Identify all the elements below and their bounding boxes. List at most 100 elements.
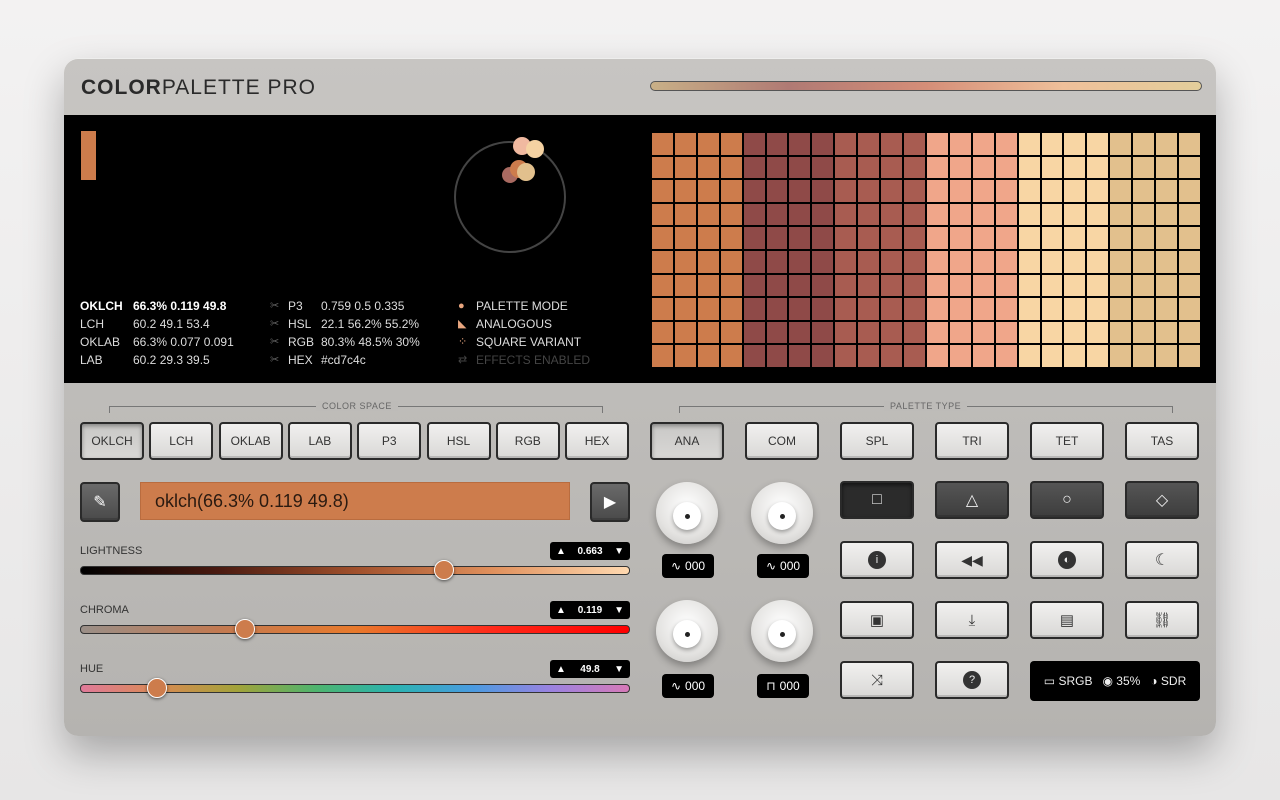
- palette-cell[interactable]: [742, 320, 766, 345]
- palette-cell[interactable]: [1086, 202, 1110, 227]
- palette-cell[interactable]: [971, 226, 995, 250]
- palette-cell[interactable]: [1178, 344, 1201, 368]
- palette-cell[interactable]: [673, 155, 697, 180]
- palette-cell[interactable]: [765, 155, 789, 180]
- palette-cell[interactable]: [1040, 297, 1064, 321]
- palette-cell[interactable]: [948, 250, 972, 274]
- palette-cell[interactable]: [719, 226, 743, 250]
- eyedropper-button[interactable]: ✎: [80, 482, 120, 522]
- palette-cell[interactable]: [811, 273, 835, 298]
- shuffle-button[interactable]: ⤨: [840, 661, 914, 699]
- palette-cell[interactable]: [811, 132, 835, 156]
- palette-cell[interactable]: [1109, 132, 1133, 156]
- palette-cell[interactable]: [880, 202, 904, 227]
- palette-cell[interactable]: [811, 226, 835, 250]
- palette-cell[interactable]: [948, 320, 972, 345]
- palette-cell[interactable]: [765, 297, 789, 321]
- palette-cell[interactable]: [651, 155, 674, 180]
- palette-cell[interactable]: [1155, 132, 1179, 156]
- palette-cell[interactable]: [765, 320, 789, 345]
- lightness-value-box[interactable]: ▲ 0.663 ▼: [550, 542, 630, 560]
- palette-type-ana-button[interactable]: ANA: [650, 422, 724, 460]
- link-button[interactable]: ⛓: [1125, 601, 1199, 639]
- palette-cell[interactable]: [903, 226, 926, 250]
- palette-cell[interactable]: [788, 202, 812, 227]
- palette-cell[interactable]: [1040, 273, 1064, 298]
- palette-cell[interactable]: [1109, 250, 1133, 274]
- palette-cell[interactable]: [880, 273, 904, 298]
- play-button[interactable]: ▶: [590, 482, 630, 522]
- hue-value-box[interactable]: ▲ 49.8 ▼: [550, 660, 630, 678]
- palette-cell[interactable]: [834, 155, 858, 180]
- palette-cell[interactable]: [788, 179, 812, 203]
- palette-cell[interactable]: [994, 273, 1018, 298]
- palette-cell[interactable]: [948, 344, 972, 368]
- palette-type-tri-button[interactable]: TRI: [935, 422, 1009, 460]
- palette-cell[interactable]: [1040, 250, 1064, 274]
- palette-cell[interactable]: [696, 273, 720, 298]
- palette-cell[interactable]: [1155, 155, 1179, 180]
- palette-cell[interactable]: [880, 297, 904, 321]
- palette-cell[interactable]: [1017, 179, 1041, 203]
- chroma-slider[interactable]: [80, 625, 630, 634]
- palette-cell[interactable]: [857, 132, 881, 156]
- palette-cell[interactable]: [834, 273, 858, 298]
- palette-cell[interactable]: [696, 250, 720, 274]
- palette-cell[interactable]: [719, 155, 743, 180]
- palette-cell[interactable]: [1155, 202, 1179, 227]
- palette-cell[interactable]: [651, 250, 674, 274]
- palette-cell[interactable]: [1086, 155, 1110, 180]
- palette-cell[interactable]: [834, 250, 858, 274]
- palette-cell[interactable]: [1132, 320, 1156, 345]
- palette-cell[interactable]: [811, 344, 835, 368]
- palette-cell[interactable]: [857, 202, 881, 227]
- palette-cell[interactable]: [651, 226, 674, 250]
- palette-cell[interactable]: [673, 297, 697, 321]
- palette-cell[interactable]: [994, 179, 1018, 203]
- palette-cell[interactable]: [765, 344, 789, 368]
- color-wheel[interactable]: [454, 141, 566, 253]
- palette-cell[interactable]: [948, 179, 972, 203]
- palette-cell[interactable]: [742, 344, 766, 368]
- palette-cell[interactable]: [765, 273, 789, 298]
- clipboard-button[interactable]: ▤: [1030, 601, 1104, 639]
- palette-cell[interactable]: [948, 132, 972, 156]
- palette-cell[interactable]: [1155, 179, 1179, 203]
- palette-cell[interactable]: [1178, 273, 1201, 298]
- palette-cell[interactable]: [811, 179, 835, 203]
- palette-cell[interactable]: [1155, 273, 1179, 298]
- palette-cell[interactable]: [696, 202, 720, 227]
- palette-cell[interactable]: [925, 250, 949, 274]
- palette-cell[interactable]: [1109, 179, 1133, 203]
- palette-cell[interactable]: [1109, 320, 1133, 345]
- palette-cell[interactable]: [880, 344, 904, 368]
- palette-cell[interactable]: [1109, 344, 1133, 368]
- palette-cell[interactable]: [788, 155, 812, 180]
- palette-cell[interactable]: [994, 202, 1018, 227]
- palette-cell[interactable]: [971, 273, 995, 298]
- palette-cell[interactable]: [834, 202, 858, 227]
- palette-cell[interactable]: [1063, 297, 1087, 321]
- palette-cell[interactable]: [1132, 226, 1156, 250]
- palette-type-spl-button[interactable]: SPL: [840, 422, 914, 460]
- palette-cell[interactable]: [1040, 344, 1064, 368]
- palette-cell[interactable]: [880, 155, 904, 180]
- palette-cell[interactable]: [719, 250, 743, 274]
- rewind-button[interactable]: ◀◀: [935, 541, 1009, 579]
- palette-cell[interactable]: [696, 179, 720, 203]
- palette-cell[interactable]: [1063, 344, 1087, 368]
- palette-cell[interactable]: [948, 226, 972, 250]
- palette-cell[interactable]: [719, 344, 743, 368]
- palette-cell[interactable]: [1017, 344, 1041, 368]
- palette-cell[interactable]: [1109, 226, 1133, 250]
- night-mode-button[interactable]: ☾: [1125, 541, 1199, 579]
- palette-cell[interactable]: [719, 202, 743, 227]
- palette-cell[interactable]: [811, 202, 835, 227]
- chroma-value-box[interactable]: ▲ 0.119 ▼: [550, 601, 630, 619]
- palette-cell[interactable]: [1063, 273, 1087, 298]
- palette-cell[interactable]: [971, 179, 995, 203]
- palette-cell[interactable]: [1155, 250, 1179, 274]
- color-space-lch-button[interactable]: LCH: [149, 422, 214, 460]
- palette-cell[interactable]: [880, 226, 904, 250]
- color-space-rgb-button[interactable]: RGB: [495, 422, 560, 460]
